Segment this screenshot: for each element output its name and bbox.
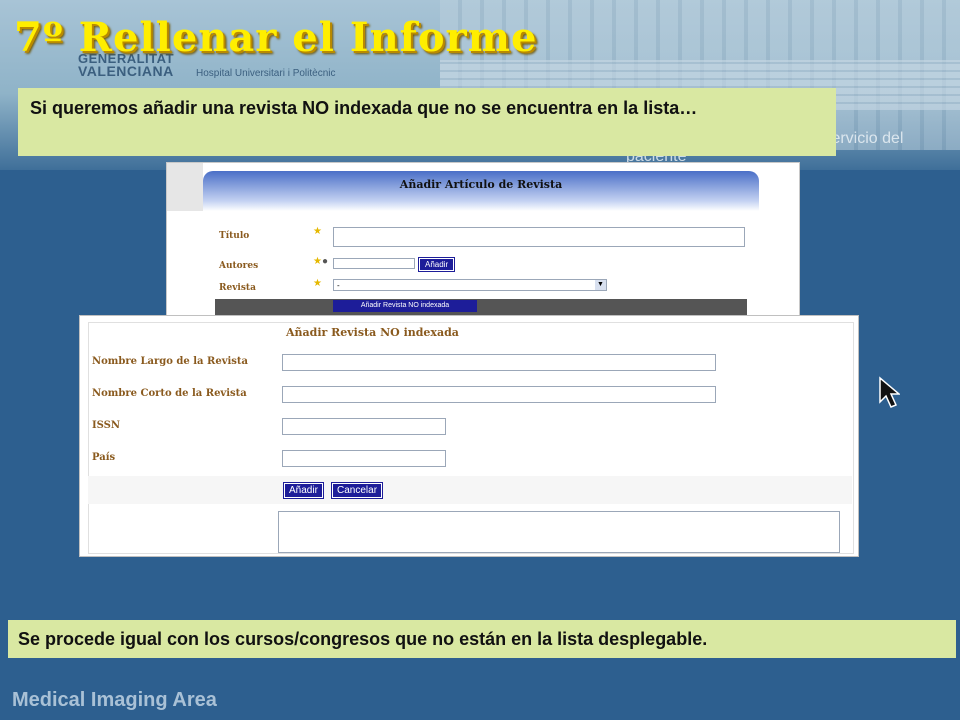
- add-journal-button[interactable]: Añadir: [283, 482, 324, 499]
- left-strip: [167, 163, 203, 211]
- article-form-screenshot: Añadir Artículo de Revista Título ★ Auto…: [166, 162, 800, 320]
- short-name-label: Nombre Corto de la Revista: [92, 388, 247, 399]
- note-bottom: Se procede igual con los cursos/congreso…: [8, 620, 956, 658]
- comments-textarea[interactable]: [278, 511, 840, 553]
- star-icon: ★: [313, 256, 322, 267]
- issn-label: ISSN: [92, 420, 121, 431]
- long-name-label: Nombre Largo de la Revista: [92, 356, 249, 367]
- add-author-button[interactable]: Añadir: [417, 257, 456, 272]
- add-unindexed-journal-option[interactable]: Añadir Revista NO indexada: [333, 300, 477, 312]
- chevron-down-icon[interactable]: ▼: [595, 280, 606, 290]
- issn-input[interactable]: [282, 418, 446, 435]
- slide-title: 7º Rellenar el Informe: [14, 14, 538, 61]
- journal-label: Revista: [219, 283, 256, 293]
- star-icon: ★: [313, 278, 322, 289]
- country-label: País: [92, 452, 116, 463]
- journal-select-value: -: [337, 281, 340, 290]
- cancel-button[interactable]: Cancelar: [330, 482, 384, 499]
- button-row: [88, 476, 852, 504]
- cursor-icon: [879, 376, 900, 408]
- authors-label: Autores: [219, 261, 259, 271]
- authors-input[interactable]: [333, 258, 415, 269]
- country-input[interactable]: [282, 450, 446, 467]
- article-form-header: Añadir Artículo de Revista: [203, 171, 759, 211]
- journal-form-screenshot: Añadir Revista NO indexada Nombre Largo …: [79, 315, 859, 557]
- footer-brand: Medical Imaging Area: [12, 689, 217, 711]
- short-name-input[interactable]: [282, 386, 716, 403]
- journal-form-title: Añadir Revista NO indexada: [286, 326, 459, 339]
- hospital-logo: Hospital Universitari i Politècnic: [196, 68, 336, 79]
- note-top: Si queremos añadir una revista NO indexa…: [18, 88, 836, 156]
- article-form-title: Añadir Artículo de Revista: [399, 178, 563, 191]
- title-label: Título: [219, 231, 250, 241]
- journal-select[interactable]: - ▼: [333, 279, 607, 291]
- info-icon: ●: [322, 256, 329, 267]
- title-input[interactable]: [333, 227, 745, 247]
- star-icon: ★: [313, 226, 322, 237]
- long-name-input[interactable]: [282, 354, 716, 371]
